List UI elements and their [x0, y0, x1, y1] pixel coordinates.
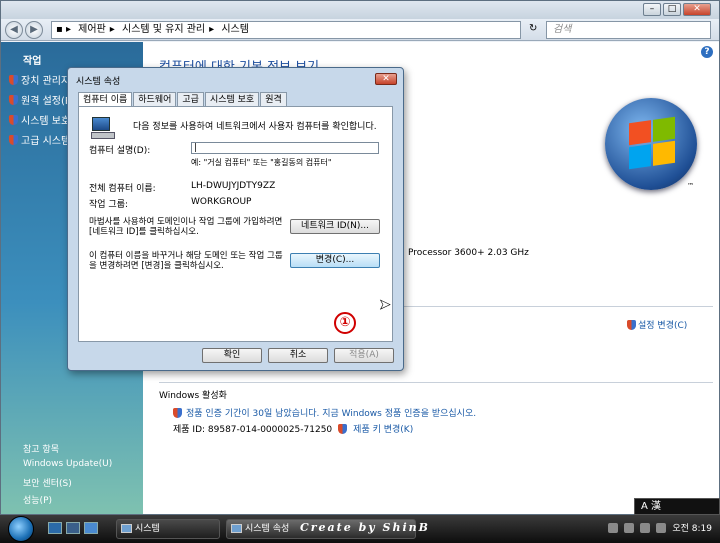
breadcrumb-item[interactable]: 제어판: [78, 22, 106, 38]
computer-name-panel: 다음 정보를 사용하여 네트워크에서 사용자 컴퓨터를 확인합니다. 컴퓨터 설…: [78, 106, 393, 342]
title-bar: – □ ✕: [1, 1, 719, 19]
description-label: 컴퓨터 설명(D):: [89, 146, 151, 156]
tray-icon[interactable]: [608, 522, 619, 533]
description-hint: 예: "거실 컴퓨터" 또는 "홍길동의 컴퓨터": [191, 158, 332, 167]
language-bar[interactable]: A 漢: [634, 498, 720, 515]
breadcrumb-item[interactable]: 시스템 및 유지 관리: [122, 22, 205, 38]
system-properties-dialog: 시스템 속성 ✕ 컴퓨터 이름 하드웨어 고급 시스템 보호 원격 다음 정보를…: [67, 67, 404, 371]
taskbar-item-system[interactable]: 시스템: [116, 519, 220, 539]
clock[interactable]: 오전 8:19: [672, 521, 712, 534]
product-id: 제품 ID: 89587-014-0000025-71250: [173, 425, 333, 435]
help-icon[interactable]: ?: [701, 46, 713, 58]
ok-button[interactable]: 확인: [202, 348, 262, 363]
search-input[interactable]: 검색: [546, 21, 711, 39]
breadcrumb-item[interactable]: 시스템: [221, 22, 249, 38]
forward-button[interactable]: ▶: [25, 21, 43, 39]
shield-icon: [338, 423, 348, 434]
full-name-label: 전체 컴퓨터 이름:: [89, 184, 156, 194]
show-desktop-icon[interactable]: [48, 522, 62, 534]
dialog-title: 시스템 속성: [76, 77, 121, 87]
sidebar-link-performance[interactable]: 성능(P): [23, 493, 52, 506]
tab-remote[interactable]: 원격: [260, 92, 287, 106]
window-icon: [231, 524, 242, 533]
window-icon: [121, 524, 132, 533]
mouse-cursor-icon: ➤: [379, 297, 391, 314]
breadcrumb[interactable]: ▪ ▸ 제어판 ▸ 시스템 및 유지 관리 ▸ 시스템: [51, 21, 521, 39]
shield-icon: [9, 74, 18, 85]
minimize-button[interactable]: –: [643, 3, 661, 16]
address-bar: ◀ ▶ ▪ ▸ 제어판 ▸ 시스템 및 유지 관리 ▸ 시스템 ↻ 검색: [1, 19, 719, 41]
taskbar: 시스템 시스템 속성 Create by ShinB 오전 8:19: [0, 515, 720, 543]
apply-button[interactable]: 적용(A): [334, 348, 394, 363]
back-button[interactable]: ◀: [5, 21, 23, 39]
processor-info: Processor 3600+ 2.03 GHz: [408, 248, 529, 258]
shield-icon: [9, 134, 18, 145]
change-button[interactable]: 변경(C)...: [290, 253, 380, 268]
step-marker: ①: [334, 312, 356, 334]
refresh-icon[interactable]: ↻: [529, 23, 537, 34]
sidebar-link-windows-update[interactable]: Windows Update(U): [23, 459, 112, 469]
maximize-button[interactable]: □: [663, 3, 681, 16]
dialog-tabs: 컴퓨터 이름 하드웨어 고급 시스템 보호 원격: [78, 92, 288, 107]
computer-icon: [91, 117, 115, 139]
activation-heading: Windows 활성화: [159, 391, 227, 401]
volume-icon[interactable]: [656, 522, 667, 533]
sidebar-link-security-center[interactable]: 보안 센터(S): [23, 476, 72, 489]
tasks-heading: 작업: [23, 56, 42, 67]
change-product-key-link[interactable]: 제품 키 변경(K): [353, 422, 413, 435]
system-tray: 오전 8:19: [608, 521, 712, 534]
activation-link[interactable]: 정품 인증 기간이 30일 남았습니다. 지금 Windows 정품 인증을 받…: [173, 406, 476, 419]
intro-text: 다음 정보를 사용하여 네트워크에서 사용자 컴퓨터를 확인합니다.: [133, 122, 377, 132]
tray-icon[interactable]: [624, 522, 635, 533]
network-icon[interactable]: [640, 522, 651, 533]
shield-icon: [9, 114, 18, 125]
start-button[interactable]: [8, 516, 34, 542]
credit-watermark: Create by ShinB: [300, 521, 430, 534]
tab-computer-name[interactable]: 컴퓨터 이름: [78, 92, 133, 107]
windows-logo: [605, 98, 697, 190]
workgroup-label: 작업 그룹:: [89, 200, 129, 210]
workgroup-value: WORKGROUP: [191, 197, 252, 207]
product-id-row: 제품 ID: 89587-014-0000025-71250 제품 키 변경(K…: [173, 422, 413, 435]
divider: [159, 382, 713, 383]
tab-system-protection[interactable]: 시스템 보호: [204, 92, 260, 106]
shield-icon: [627, 319, 636, 330]
dialog-close-button[interactable]: ✕: [375, 73, 397, 85]
shield-icon: [9, 94, 18, 105]
tab-advanced[interactable]: 고급: [177, 92, 204, 106]
tab-hardware[interactable]: 하드웨어: [133, 92, 177, 106]
switch-windows-icon[interactable]: [66, 522, 80, 534]
see-also-heading: 참고 항목: [23, 445, 59, 455]
shield-icon: [173, 407, 182, 418]
close-button[interactable]: ✕: [683, 3, 711, 16]
control-panel-icon: ▪ ▸: [56, 24, 71, 35]
full-name-value: LH-DWUJYJDTY9ZZ: [191, 181, 276, 191]
network-id-description: 마법사를 사용하여 도메인이나 작업 그룹에 가입하려면 [네트워크 ID]를 …: [89, 217, 283, 237]
network-id-button[interactable]: 네트워크 ID(N)...: [290, 219, 380, 234]
browser-icon[interactable]: [84, 522, 98, 534]
computer-description-input[interactable]: |: [191, 142, 379, 154]
rename-description: 이 컴퓨터 이름을 바꾸거나 해당 도메인 또는 작업 그룹을 변경하려면 [변…: [89, 251, 283, 271]
change-settings-link[interactable]: 설정 변경(C): [627, 318, 687, 331]
cancel-button[interactable]: 취소: [268, 348, 328, 363]
